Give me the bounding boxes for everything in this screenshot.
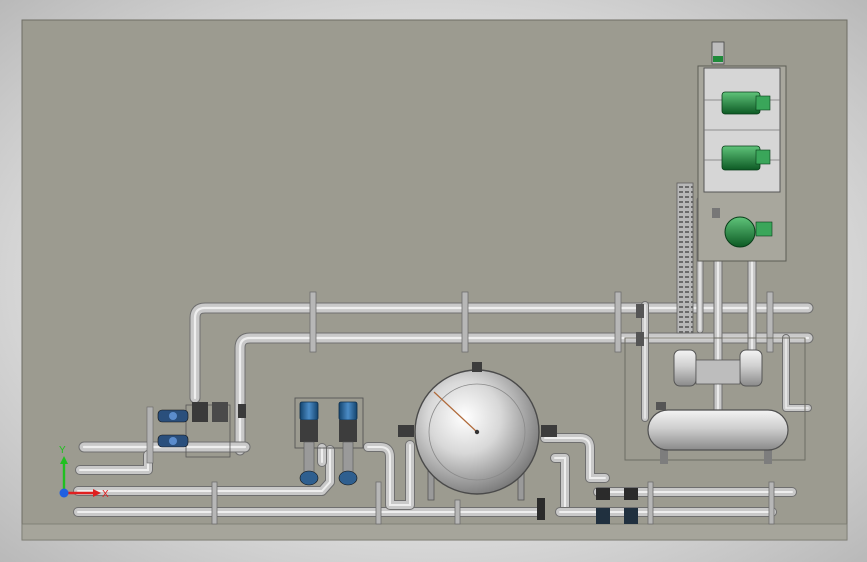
dosing-panel[interactable] bbox=[697, 41, 787, 262]
support-post bbox=[454, 499, 461, 525]
tank-nozzle bbox=[541, 425, 557, 437]
support-post bbox=[309, 291, 317, 353]
axis-z-dot bbox=[59, 488, 69, 498]
gate-valve[interactable] bbox=[157, 434, 189, 448]
flange bbox=[656, 402, 666, 410]
flange bbox=[636, 332, 644, 346]
check-valve[interactable] bbox=[596, 488, 610, 500]
filter-housing bbox=[673, 349, 697, 387]
support-post bbox=[211, 481, 218, 525]
check-valve[interactable] bbox=[596, 508, 610, 524]
floor-strip bbox=[21, 523, 848, 541]
support-post bbox=[614, 291, 622, 353]
tank-nozzle bbox=[398, 425, 414, 437]
piping-diagram: X Y bbox=[21, 19, 848, 541]
vessel-shell bbox=[647, 409, 789, 451]
axis-y-label: Y bbox=[59, 445, 66, 456]
tank-top-nozzle bbox=[472, 362, 482, 372]
flange bbox=[636, 304, 644, 318]
gate-valve[interactable] bbox=[157, 409, 189, 423]
cad-viewport[interactable]: X Y bbox=[0, 0, 867, 562]
axis-x-label: X bbox=[102, 489, 109, 500]
support-post bbox=[647, 481, 654, 525]
support-post bbox=[461, 291, 469, 353]
check-valve[interactable] bbox=[624, 508, 638, 524]
support-post bbox=[768, 481, 775, 525]
cable-ladder bbox=[676, 182, 694, 334]
support-post bbox=[766, 291, 774, 353]
support-post bbox=[375, 481, 382, 525]
filter-housing bbox=[739, 349, 763, 387]
check-valve[interactable] bbox=[624, 488, 638, 500]
check-valve[interactable] bbox=[537, 498, 545, 520]
tank-center bbox=[474, 429, 480, 435]
manifold-block bbox=[695, 359, 741, 385]
